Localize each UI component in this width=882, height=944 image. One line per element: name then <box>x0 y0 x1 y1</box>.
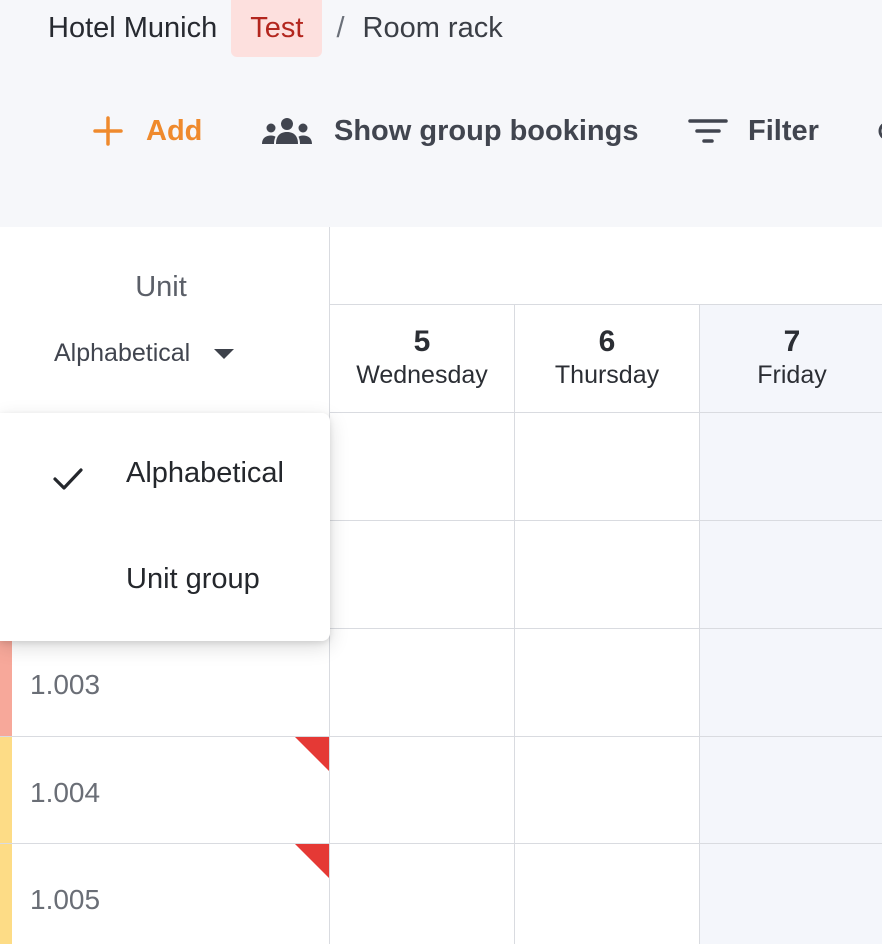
unit-status-strip <box>0 844 12 944</box>
date-number: 7 <box>783 325 801 358</box>
date-weekday: Friday <box>757 361 827 389</box>
unit-sort-menu: Alphabetical Unit group <box>0 413 330 641</box>
unit-column-header: Unit Alphabetical <box>0 227 330 413</box>
unit-status-strip <box>0 737 12 843</box>
unit-row[interactable]: 1.005 <box>0 844 330 944</box>
rack-cell[interactable] <box>515 844 700 944</box>
rack-cell[interactable] <box>330 413 515 521</box>
sort-option-label: Unit group <box>126 562 260 595</box>
date-weekday: Thursday <box>554 361 660 389</box>
rack-cell[interactable] <box>700 413 882 521</box>
sort-option-alphabetical[interactable]: Alphabetical <box>0 421 330 525</box>
unit-label: 1.004 <box>30 777 101 808</box>
filter-icon <box>688 116 728 146</box>
rack-cell[interactable] <box>330 521 515 629</box>
date-column-header: 6 Thursday <box>515 305 700 413</box>
caret-down-icon <box>214 348 235 359</box>
unit-sort-value: Alphabetical <box>54 339 191 367</box>
rack-cell[interactable] <box>330 629 515 737</box>
environment-badge: Test <box>231 0 323 57</box>
unit-label: 1.005 <box>30 884 101 915</box>
sort-option-label: Alphabetical <box>126 456 284 489</box>
top-bar: Hotel Munich Test / Room rack Add Show g… <box>0 0 882 227</box>
filter-button[interactable]: Filter <box>688 108 819 154</box>
rack-cell[interactable] <box>515 521 700 629</box>
rack-cell[interactable] <box>515 737 700 844</box>
unit-column-title: Unit <box>135 271 187 303</box>
rack-cell[interactable] <box>700 737 882 844</box>
rack-cell[interactable] <box>515 413 700 521</box>
rack-cell[interactable] <box>330 844 515 944</box>
rack-cell[interactable] <box>700 629 882 737</box>
unit-row[interactable]: 1.004 <box>0 737 330 844</box>
rack-cell[interactable] <box>330 737 515 844</box>
unit-row[interactable]: 1.003 <box>0 629 330 737</box>
dates-header-top <box>330 227 882 305</box>
plus-icon <box>90 113 126 149</box>
add-button-label: Add <box>146 114 203 147</box>
breadcrumb-hotel[interactable]: Hotel Munich <box>48 12 217 45</box>
show-group-bookings-label: Show group bookings <box>334 114 639 147</box>
group-icon <box>260 116 314 146</box>
rack-cell[interactable] <box>700 844 882 944</box>
rack-cell[interactable] <box>515 629 700 737</box>
date-column-header: 5 Wednesday <box>330 305 515 413</box>
add-button[interactable]: Add <box>90 108 202 154</box>
toolbar: Add Show group bookings Filter <box>0 108 882 154</box>
breadcrumb-separator: / <box>336 11 345 44</box>
breadcrumb: Hotel Munich Test / Room rack <box>48 0 503 57</box>
breadcrumb-page: Room rack <box>362 11 503 44</box>
unit-label: 1.003 <box>30 669 101 700</box>
unit-status-strip <box>0 629 12 736</box>
unit-flag-icon <box>295 844 329 878</box>
date-column-header: 7 Friday <box>700 305 882 413</box>
rack-cell[interactable] <box>700 521 882 629</box>
room-rack-grid <box>330 413 882 944</box>
date-weekday: Wednesday <box>356 361 488 389</box>
show-group-bookings-button[interactable]: Show group bookings <box>260 108 638 154</box>
check-icon <box>52 466 84 500</box>
filter-button-label: Filter <box>748 114 819 147</box>
sort-option-unit-group[interactable]: Unit group <box>0 527 330 631</box>
unit-sort-select[interactable]: Alphabetical <box>54 339 235 368</box>
more-toolbar-icon[interactable] <box>874 108 882 154</box>
date-number: 6 <box>598 325 616 358</box>
unit-flag-icon <box>295 737 329 771</box>
date-number: 5 <box>413 325 431 358</box>
